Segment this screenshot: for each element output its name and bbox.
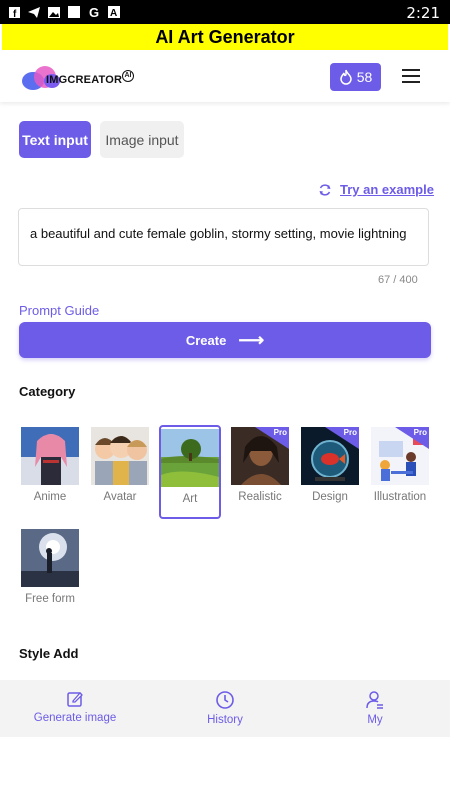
a-icon: A [108, 6, 120, 18]
category-title: Category [19, 384, 76, 399]
facebook-icon: f [8, 6, 20, 18]
logo-text: IMGCREATOR [46, 74, 123, 86]
pro-badge-label: Pro [273, 428, 287, 437]
pro-badge-label: Pro [413, 428, 427, 437]
create-button[interactable]: Create ⟶ [19, 322, 431, 358]
category-label: Anime [33, 491, 67, 503]
category-art[interactable]: Art [159, 425, 221, 519]
try-example-link[interactable]: Try an example [318, 182, 434, 197]
refresh-icon [319, 183, 331, 196]
category-label: Avatar [103, 491, 137, 503]
realistic-thumbnail: Pro [231, 427, 289, 485]
google-icon: G [88, 4, 100, 20]
category-illustration[interactable]: Pro Illustration [369, 427, 431, 503]
category-realistic[interactable]: Pro Realistic [229, 427, 291, 503]
tab-text-input[interactable]: Text input [19, 121, 91, 158]
nav-label: My [367, 714, 383, 726]
category-label: Realistic [238, 491, 282, 503]
tab-image-input[interactable]: Image input [100, 121, 184, 158]
pro-badge-label: Pro [343, 428, 357, 437]
anime-thumbnail [21, 427, 79, 485]
nav-label: Generate image [33, 712, 117, 724]
arrow-right-icon: ⟶ [238, 330, 265, 350]
flame-icon [339, 69, 352, 85]
image-icon [48, 6, 60, 18]
telegram-icon [28, 6, 40, 18]
try-example-label: Try an example [340, 182, 434, 197]
square-icon [68, 6, 80, 18]
category-label: Free form [25, 593, 75, 605]
create-label: Create [185, 332, 227, 348]
clock-icon [216, 691, 234, 709]
user-icon [366, 691, 383, 709]
category-design[interactable]: Pro Design [299, 427, 361, 503]
prompt-textarea[interactable]: a beautiful and cute female goblin, stor… [18, 208, 429, 266]
illustration-thumbnail: Pro [371, 427, 429, 485]
credits-count: 58 [356, 69, 373, 85]
edit-icon [67, 692, 83, 707]
category-avatar[interactable]: Avatar [89, 427, 151, 503]
nav-history[interactable]: History [170, 690, 280, 726]
hamburger-menu-icon[interactable] [402, 69, 420, 83]
nav-generate-image[interactable]: Generate image [20, 690, 130, 724]
avatar-thumbnail [91, 427, 149, 485]
credits-button[interactable]: 58 [330, 63, 381, 91]
art-thumbnail [161, 429, 219, 487]
app-title: AI Art Generator [2, 24, 448, 50]
svg-text:A: A [110, 8, 117, 18]
header: IMGCREATOR AI [0, 50, 450, 102]
status-bar: f G A 2:21 [0, 0, 450, 24]
design-thumbnail: Pro [301, 427, 359, 485]
prompt-guide-link[interactable]: Prompt Guide [19, 303, 99, 318]
nav-label: History [207, 714, 243, 726]
category-label: Illustration [373, 491, 427, 503]
logo-ai-badge: AI [122, 70, 134, 82]
category-anime[interactable]: Anime [19, 427, 81, 503]
character-counter: 67 / 400 [378, 274, 418, 286]
nav-my[interactable]: My [320, 690, 430, 726]
category-label: Design [312, 491, 348, 503]
free-form-thumbnail [21, 529, 79, 587]
category-free-form[interactable]: Free form [19, 529, 81, 605]
style-add-title: Style Add [19, 646, 79, 661]
clock-time: 2:21 [406, 4, 440, 22]
category-label: Art [182, 493, 198, 505]
imgcreator-logo[interactable]: IMGCREATOR AI [22, 64, 142, 92]
